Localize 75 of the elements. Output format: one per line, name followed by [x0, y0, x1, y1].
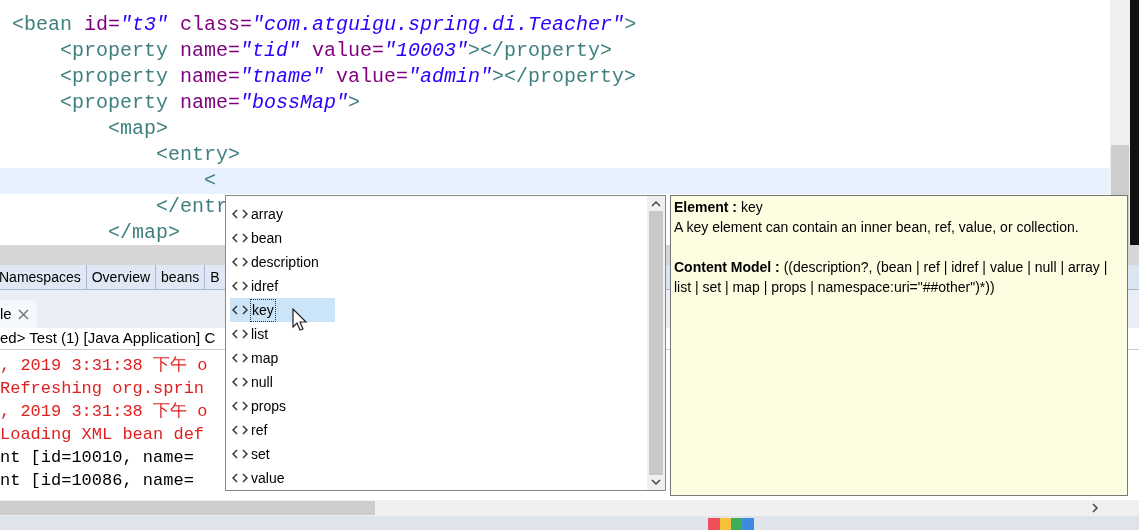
- completion-item[interactable]: bean: [230, 226, 335, 250]
- code-token: "t3": [120, 13, 169, 36]
- console-line: nt [id=10010, name=: [0, 447, 194, 469]
- completion-item[interactable]: description: [230, 250, 335, 274]
- code-token: name=: [180, 91, 241, 114]
- chevron-up-icon[interactable]: [651, 200, 661, 207]
- editor-tab[interactable]: B: [205, 265, 226, 289]
- code-token: value=: [335, 65, 409, 88]
- tag-icon: [232, 353, 248, 363]
- element-title: Element : key: [674, 198, 764, 217]
- code-token: <property: [59, 91, 170, 114]
- code-token: <property: [59, 39, 170, 62]
- code-token: "tid": [240, 39, 301, 62]
- tab-label: le: [0, 303, 12, 324]
- code-token: ></property>: [468, 39, 613, 62]
- code-token: ></property>: [492, 65, 637, 88]
- code-token: </map>: [107, 221, 181, 244]
- tag-icon: [232, 209, 248, 219]
- code-token: "tname": [240, 65, 325, 88]
- completion-item[interactable]: map: [230, 346, 335, 370]
- editor-tab[interactable]: beans: [156, 265, 206, 289]
- code-token: <: [203, 169, 217, 192]
- completion-item[interactable]: props: [230, 394, 335, 418]
- console-line: Refreshing org.sprin: [0, 378, 205, 400]
- code-token: class=: [179, 13, 253, 36]
- chevron-right-icon[interactable]: [1091, 503, 1099, 513]
- tag-icon: [232, 377, 248, 387]
- mouse-cursor-icon: [292, 308, 308, 332]
- content-model: Content Model : ((description?, (bean | ref | idref | value | null | array | list | set | map | props | namespace:uri="##other")*)): [674, 258, 1109, 297]
- tag-icon: [232, 425, 248, 435]
- code-token: name=: [180, 65, 241, 88]
- code-token: "admin": [408, 65, 493, 88]
- tag-icon: [232, 473, 248, 483]
- completion-item[interactable]: value: [230, 466, 335, 490]
- code-token: name=: [180, 39, 241, 62]
- completion-item[interactable]: set: [230, 442, 335, 466]
- code-token: "10003": [384, 39, 469, 62]
- code-token: value=: [311, 39, 385, 62]
- code-token: id=: [84, 13, 121, 36]
- code-token: >: [624, 13, 637, 36]
- app-icon[interactable]: [708, 518, 754, 530]
- editor-tab[interactable]: Overview: [86, 265, 157, 289]
- code-token: </entr: [155, 195, 229, 218]
- console-line: Loading XML bean def: [0, 424, 205, 446]
- tag-icon: [232, 329, 248, 339]
- console-line: nt [id=10086, name=: [0, 470, 194, 492]
- element-description: A key element can contain an inner bean, ref, value, or collection.: [674, 218, 1080, 237]
- editor-tab[interactable]: Namespaces: [0, 265, 87, 289]
- code-token: "com.atguigu.spring.di.Teacher": [252, 13, 625, 36]
- code-token: <map>: [107, 117, 169, 140]
- chevron-down-icon[interactable]: [651, 479, 661, 486]
- code-token: <property: [59, 65, 170, 88]
- console-tab[interactable]: le: [0, 300, 37, 328]
- completion-item[interactable]: array: [230, 202, 335, 226]
- popup-scrollbar[interactable]: [647, 196, 665, 490]
- tag-icon: [232, 305, 248, 315]
- horizontal-scrollbar[interactable]: [0, 500, 1139, 516]
- completion-item[interactable]: idref: [230, 274, 335, 298]
- console-line: , 2019 3:31:38 下午 o: [0, 401, 208, 423]
- tag-icon: [232, 401, 248, 411]
- completion-item[interactable]: ref: [230, 418, 335, 442]
- code-token: <entry>: [155, 143, 241, 166]
- tag-icon: [232, 449, 248, 459]
- tag-icon: [232, 257, 248, 267]
- code-token: <bean: [11, 13, 73, 36]
- console-header: ed> Test (1) [Java Application] C: [0, 328, 216, 349]
- completion-item[interactable]: key: [230, 298, 335, 322]
- console-line: , 2019 3:31:38 下午 o: [0, 355, 208, 377]
- completion-item[interactable]: null: [230, 370, 335, 394]
- tag-icon: [232, 233, 248, 243]
- close-icon[interactable]: [17, 308, 29, 320]
- code-token: >: [348, 91, 361, 114]
- completion-item[interactable]: list: [230, 322, 335, 346]
- tag-icon: [232, 281, 248, 291]
- code-token: "bossMap": [240, 91, 349, 114]
